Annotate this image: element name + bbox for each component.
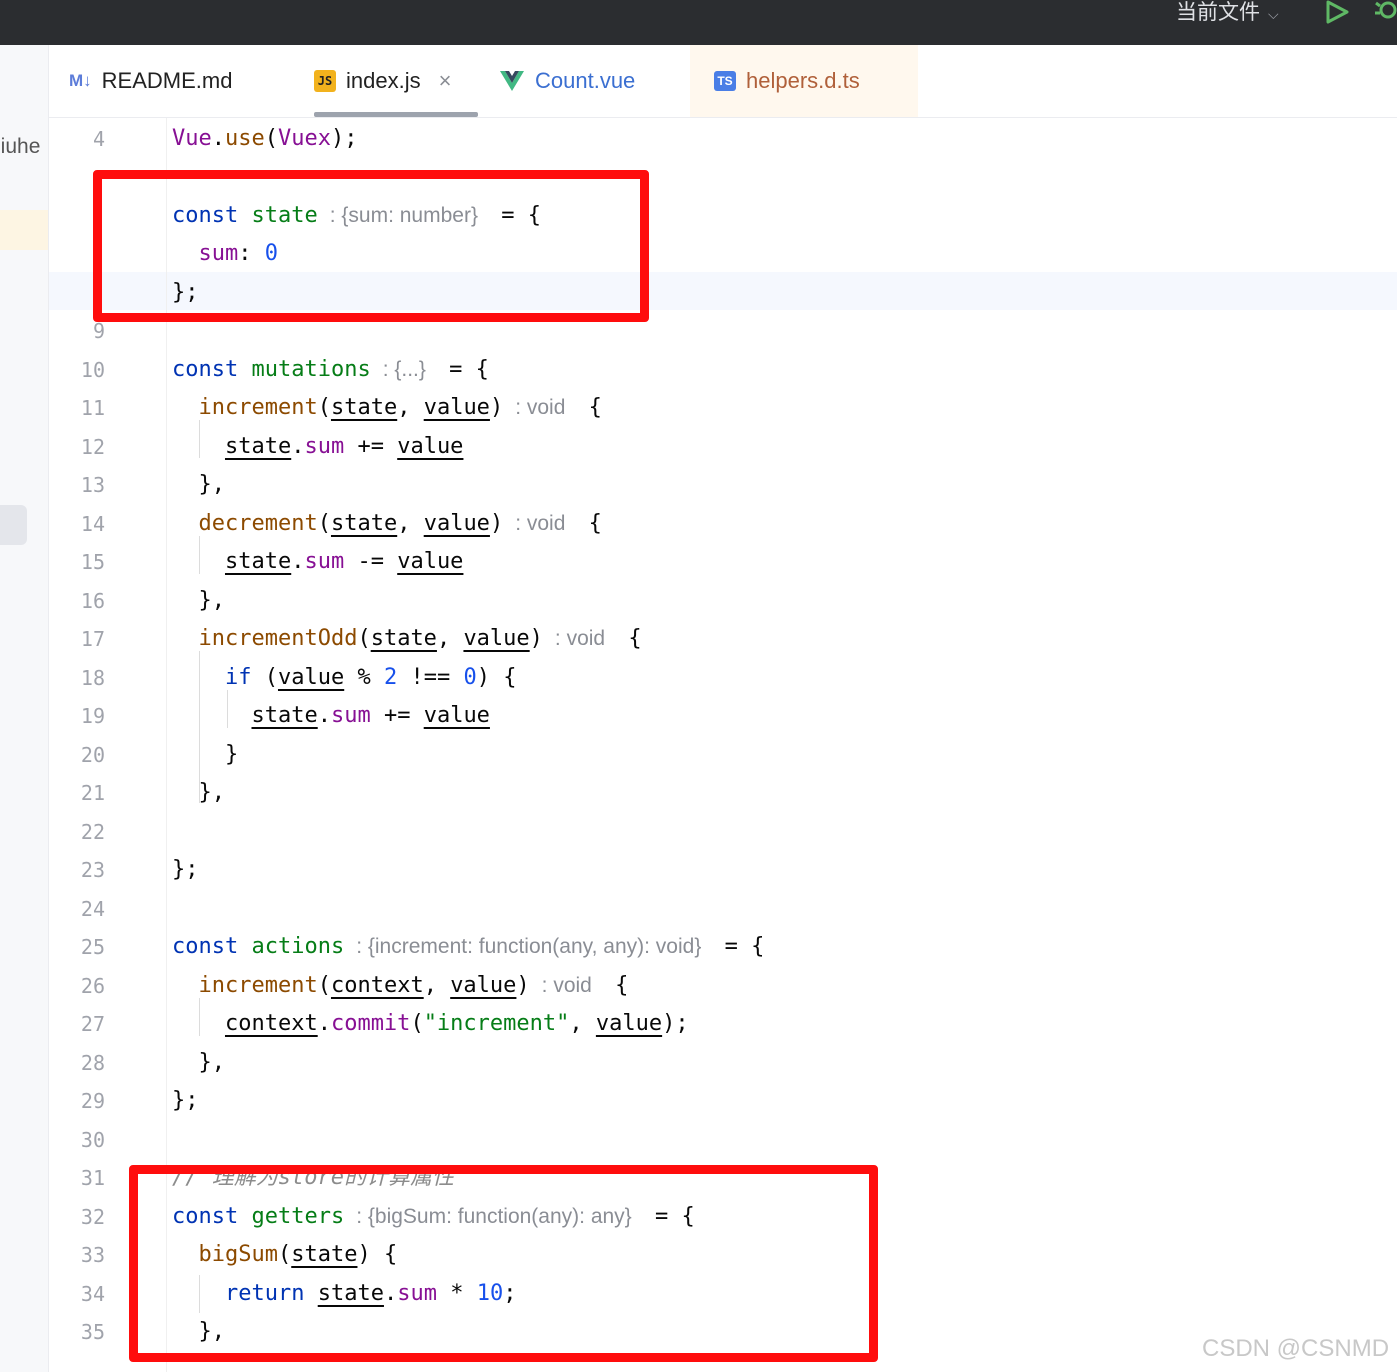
line-number: 22 [80, 820, 105, 844]
editor-tab-bar: M↓ README.md JS index.js × Count.vue TS … [49, 45, 1397, 118]
tab-readme[interactable]: M↓ README.md [69, 45, 232, 117]
project-tree-selection[interactable] [0, 505, 27, 545]
tab-label: helpers.d.ts [746, 68, 860, 93]
inlay-type-hint: : void [515, 512, 566, 535]
line-number: 27 [80, 1012, 105, 1036]
line-number: 33 [80, 1243, 105, 1267]
tab-index-js[interactable]: JS index.js × [314, 45, 478, 117]
annotation-box-getters [129, 1165, 878, 1362]
tab-label: README.md [101, 68, 233, 93]
line-number: 25 [80, 935, 105, 959]
close-tab-icon[interactable]: × [439, 68, 452, 94]
project-tree-highlight [0, 210, 48, 250]
inlay-type-hint: : {increment: function(any, any): void} [356, 935, 702, 958]
line-number: 21 [80, 781, 105, 805]
active-tab-indicator [314, 112, 478, 117]
markdown-icon: M↓ [69, 71, 92, 90]
string-literal: "increment" [423, 1011, 570, 1036]
watermark: CSDN @CSNMD [1202, 1335, 1390, 1362]
run-configuration-label: 当前文件 [1176, 1, 1260, 24]
project-tree-label[interactable]: jiuhe [0, 135, 40, 159]
annotation-box-state [93, 170, 649, 322]
line-number: 31 [80, 1166, 105, 1190]
line-number: 17 [80, 627, 105, 651]
line-number: 13 [80, 473, 105, 497]
tab-count-vue[interactable]: Count.vue [499, 45, 635, 117]
line-number: 18 [80, 666, 105, 690]
typescript-file-icon: TS [714, 71, 736, 91]
inlay-type-hint: : {...} [382, 358, 426, 381]
debug-bug-icon[interactable] [1374, 0, 1397, 22]
line-number: 26 [80, 974, 105, 998]
line-number: 34 [80, 1282, 105, 1306]
line-number: 4 [92, 127, 105, 151]
line-number: 10 [80, 358, 105, 382]
line-number: 15 [80, 550, 105, 574]
run-configuration-selector[interactable]: 当前文件 ⌵ [1176, 0, 1279, 26]
line-number: 30 [80, 1128, 105, 1152]
line-number: 12 [80, 435, 105, 459]
line-number: 24 [80, 897, 105, 921]
vue-icon [500, 71, 524, 91]
inlay-type-hint: : void [515, 396, 566, 419]
project-panel-strip: jiuhe [0, 45, 49, 1372]
inlay-type-hint: : void [541, 974, 592, 997]
line-number: 29 [80, 1089, 105, 1113]
line-number: 23 [80, 858, 105, 882]
line-number: 14 [80, 512, 105, 536]
javascript-file-icon: JS [314, 70, 336, 92]
inlay-type-hint: : void [554, 627, 606, 650]
tab-label: Count.vue [535, 68, 636, 93]
line-number: 32 [80, 1205, 105, 1229]
line-number: 35 [80, 1320, 105, 1344]
chevron-down-icon: ⌵ [1268, 6, 1279, 22]
line-number: 28 [80, 1051, 105, 1075]
line-number: 20 [80, 743, 105, 767]
title-bar: 当前文件 ⌵ [0, 0, 1397, 46]
line-number: 16 [80, 589, 105, 613]
run-triangle-icon[interactable] [1324, 0, 1350, 24]
line-number: 11 [80, 396, 105, 420]
tab-helpers-d-ts[interactable]: TS helpers.d.ts [690, 45, 918, 117]
tab-label: index.js [346, 68, 421, 93]
line-number: 19 [80, 704, 105, 728]
